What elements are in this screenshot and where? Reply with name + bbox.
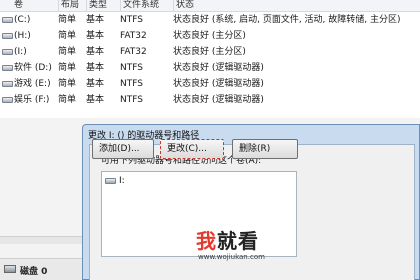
volume-layout: 简单 bbox=[58, 47, 77, 57]
column-header-volume[interactable]: 卷 bbox=[0, 0, 23, 12]
volume-type: 基本 bbox=[86, 95, 105, 105]
watermark-logo: 我就看 www.wojiukan.com bbox=[196, 225, 288, 265]
volume-filesystem: FAT32 bbox=[120, 31, 147, 41]
list-item-label: I: bbox=[119, 176, 125, 186]
volume-row[interactable]: 游戏 (E:) 简单 基本 NTFS 状态良好 (逻辑驱动器) bbox=[0, 76, 420, 92]
volume-filesystem: NTFS bbox=[120, 15, 143, 25]
volume-type: 基本 bbox=[86, 15, 105, 25]
volume-list: 卷 布局 类型 文件系统 状态 (C:) 简单 基本 NTFS 状态良好 (系统… bbox=[0, 0, 420, 118]
volume-name: 游戏 (E:) bbox=[14, 79, 51, 89]
volume-type: 基本 bbox=[86, 63, 105, 73]
volume-row[interactable]: 娱乐 (F:) 简单 基本 NTFS 状态良好 (逻辑驱动器) bbox=[0, 92, 420, 108]
volume-layout: 简单 bbox=[58, 31, 77, 41]
volume-type: 基本 bbox=[86, 47, 105, 57]
column-header-type[interactable]: 类型 bbox=[86, 0, 107, 12]
disk-label: 磁盘 0 bbox=[20, 267, 48, 277]
volume-filesystem: FAT32 bbox=[120, 47, 147, 57]
volume-status: 状态良好 (逻辑驱动器) bbox=[173, 79, 264, 89]
volume-status: 状态良好 (主分区) bbox=[173, 31, 246, 41]
volume-type: 基本 bbox=[86, 31, 105, 41]
volume-name: (I:) bbox=[14, 47, 27, 57]
volume-status: 状态良好 (系统, 启动, 页面文件, 活动, 故障转储, 主分区) bbox=[173, 15, 401, 25]
volume-row[interactable]: (I:) 简单 基本 FAT32 状态良好 (主分区) bbox=[0, 44, 420, 60]
disk-0-entry[interactable]: 磁盘 0 bbox=[0, 258, 82, 280]
volume-row[interactable]: (C:) 简单 基本 NTFS 状态良好 (系统, 启动, 页面文件, 活动, … bbox=[0, 12, 420, 28]
horizontal-scrollbar[interactable] bbox=[0, 236, 82, 244]
volume-layout: 简单 bbox=[58, 15, 77, 25]
volume-layout: 简单 bbox=[58, 95, 77, 105]
volume-name: (C:) bbox=[14, 15, 31, 25]
volume-filesystem: NTFS bbox=[120, 95, 143, 105]
watermark-red-text: 我 bbox=[196, 229, 217, 253]
volume-row[interactable]: 软件 (D:) 简单 基本 NTFS 状态良好 (逻辑驱动器) bbox=[0, 60, 420, 76]
column-header-filesystem[interactable]: 文件系统 bbox=[120, 0, 159, 12]
volume-name: 软件 (D:) bbox=[14, 63, 52, 73]
volume-name: 娱乐 (F:) bbox=[14, 95, 50, 105]
hard-disk-icon bbox=[4, 265, 16, 273]
volume-filesystem: NTFS bbox=[120, 79, 143, 89]
volume-list-header: 卷 布局 类型 文件系统 状态 bbox=[0, 0, 420, 12]
volume-status: 状态良好 (主分区) bbox=[173, 47, 246, 57]
volume-status: 状态良好 (逻辑驱动器) bbox=[173, 95, 264, 105]
volume-row[interactable]: (H:) 简单 基本 FAT32 状态良好 (主分区) bbox=[0, 28, 420, 44]
column-header-layout[interactable]: 布局 bbox=[58, 0, 79, 12]
change-button[interactable]: 更改(C)... bbox=[160, 139, 224, 159]
volume-name: (H:) bbox=[14, 31, 31, 41]
volume-layout: 简单 bbox=[58, 63, 77, 73]
volume-status: 状态良好 (逻辑驱动器) bbox=[173, 63, 264, 73]
column-header-status[interactable]: 状态 bbox=[173, 0, 194, 12]
watermark-dark-text: 就看 bbox=[217, 229, 259, 253]
volume-filesystem: NTFS bbox=[120, 63, 143, 73]
volume-type: 基本 bbox=[86, 79, 105, 89]
add-button[interactable]: 添加(D)... bbox=[92, 139, 154, 159]
watermark-url: www.wojiukan.com bbox=[198, 253, 265, 261]
drive-icon bbox=[105, 178, 116, 184]
remove-button[interactable]: 删除(R) bbox=[232, 139, 298, 159]
volume-layout: 简单 bbox=[58, 79, 77, 89]
